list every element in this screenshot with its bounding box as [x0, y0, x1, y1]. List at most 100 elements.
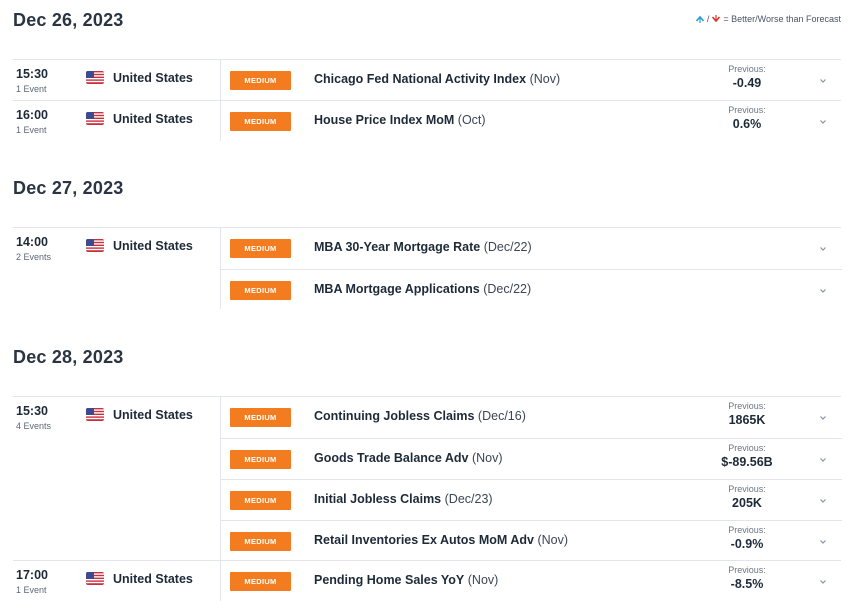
event-period: (Dec/23): [444, 492, 493, 506]
country-name: United States: [113, 112, 193, 126]
impact-badge: MEDIUM: [230, 450, 291, 469]
previous-value-block: Previous: $-89.56B: [712, 443, 782, 469]
event-count: 1 Event: [16, 125, 47, 135]
country-name: United States: [113, 71, 193, 85]
previous-value-block: Previous: 1865K: [712, 401, 782, 427]
event-row[interactable]: MEDIUM Pending Home Sales YoY (Nov) Prev…: [221, 561, 842, 602]
previous-label: Previous:: [728, 64, 766, 74]
calendar-day: Dec 28, 2023 15:30 4 Events United State…: [13, 345, 842, 601]
chevron-down-icon[interactable]: [818, 455, 828, 465]
time-country-cell: 15:30 1 Event United States: [13, 60, 220, 100]
event-time: 15:30: [16, 404, 48, 418]
country-name: United States: [113, 408, 193, 422]
event-row[interactable]: MEDIUM Goods Trade Balance Adv (Nov) Pre…: [221, 438, 842, 479]
event-count: 4 Events: [16, 421, 52, 431]
event-list: MEDIUM Chicago Fed National Activity Ind…: [220, 60, 841, 100]
event-row[interactable]: MEDIUM Retail Inventories Ex Autos MoM A…: [221, 520, 842, 561]
event-time-group: 15:30 4 Events United States MEDIUM Cont…: [13, 396, 842, 561]
event-row[interactable]: MEDIUM MBA Mortgage Applications (Dec/22…: [221, 269, 842, 310]
us-flag-icon: [86, 572, 104, 585]
event-name[interactable]: Goods Trade Balance Adv: [314, 451, 468, 465]
event-name-wrap[interactable]: Pending Home Sales YoY (Nov): [314, 573, 498, 587]
previous-value: 0.6%: [732, 117, 762, 131]
previous-value-block: Previous: -8.5%: [712, 565, 782, 591]
chevron-down-icon[interactable]: [818, 413, 828, 423]
chevron-down-icon[interactable]: [818, 117, 828, 127]
previous-value: 205K: [732, 496, 762, 510]
country-name: United States: [113, 572, 193, 586]
impact-badge: MEDIUM: [230, 239, 291, 258]
event-name-wrap[interactable]: Goods Trade Balance Adv (Nov): [314, 451, 503, 465]
previous-label: Previous:: [728, 525, 766, 535]
time-country-cell: 14:00 2 Events United States: [13, 228, 220, 309]
event-time: 14:00: [16, 235, 48, 249]
chevron-down-icon[interactable]: [818, 244, 828, 254]
calendar-day: Dec 27, 2023 14:00 2 Events United State…: [13, 176, 842, 309]
event-time-group: 17:00 1 Event United States MEDIUM Pendi…: [13, 560, 841, 601]
event-count: 1 Event: [16, 84, 47, 94]
event-row[interactable]: MEDIUM Initial Jobless Claims (Dec/23) P…: [221, 479, 842, 520]
event-time-group: 14:00 2 Events United States MEDIUM MBA …: [13, 227, 842, 310]
event-name[interactable]: Retail Inventories Ex Autos MoM Adv: [314, 533, 534, 547]
chevron-down-icon[interactable]: [818, 577, 828, 587]
previous-label: Previous:: [728, 401, 766, 411]
us-flag-icon: [86, 408, 104, 421]
event-time: 17:00: [16, 568, 48, 582]
event-time: 16:00: [16, 108, 48, 122]
event-list: MEDIUM Pending Home Sales YoY (Nov) Prev…: [220, 561, 841, 601]
time-country-cell: 17:00 1 Event United States: [13, 561, 220, 601]
event-row[interactable]: MEDIUM MBA 30-Year Mortgage Rate (Dec/22…: [221, 228, 842, 269]
event-row[interactable]: MEDIUM Chicago Fed National Activity Ind…: [221, 60, 842, 101]
day-title: Dec 27, 2023: [13, 178, 124, 198]
event-name[interactable]: MBA 30-Year Mortgage Rate: [314, 240, 480, 254]
previous-label: Previous:: [728, 565, 766, 575]
chevron-down-icon[interactable]: [818, 286, 828, 296]
event-name-wrap[interactable]: Retail Inventories Ex Autos MoM Adv (Nov…: [314, 533, 568, 547]
event-row[interactable]: MEDIUM House Price Index MoM (Oct) Previ…: [221, 101, 842, 142]
impact-badge: MEDIUM: [230, 491, 291, 510]
event-period: (Nov): [529, 72, 561, 86]
event-period: (Dec/22): [483, 240, 532, 254]
event-list: MEDIUM Continuing Jobless Claims (Dec/16…: [220, 397, 842, 561]
event-period: (Dec/22): [483, 282, 532, 296]
event-name[interactable]: Initial Jobless Claims: [314, 492, 441, 506]
event-name[interactable]: Chicago Fed National Activity Index: [314, 72, 526, 86]
impact-badge: MEDIUM: [230, 71, 291, 90]
event-name-wrap[interactable]: House Price Index MoM (Oct): [314, 113, 486, 127]
event-name-wrap[interactable]: Chicago Fed National Activity Index (Nov…: [314, 72, 560, 86]
impact-badge: MEDIUM: [230, 112, 291, 131]
us-flag-icon: [86, 239, 104, 252]
previous-label: Previous:: [728, 484, 766, 494]
event-name-wrap[interactable]: MBA 30-Year Mortgage Rate (Dec/22): [314, 240, 532, 254]
event-row[interactable]: MEDIUM Continuing Jobless Claims (Dec/16…: [221, 397, 842, 438]
impact-badge: MEDIUM: [230, 281, 291, 300]
event-count: 1 Event: [16, 585, 47, 595]
chevron-down-icon[interactable]: [818, 76, 828, 86]
previous-label: Previous:: [728, 443, 766, 453]
event-time-group: 16:00 1 Event United States MEDIUM House…: [13, 100, 841, 141]
time-country-cell: 16:00 1 Event United States: [13, 101, 220, 141]
country-name: United States: [113, 239, 193, 253]
previous-value: -0.49: [732, 76, 762, 90]
event-time: 15:30: [16, 67, 48, 81]
previous-value-block: Previous: 205K: [712, 484, 782, 510]
event-count: 2 Events: [16, 252, 52, 262]
impact-badge: MEDIUM: [230, 532, 291, 551]
day-title: Dec 26, 2023: [13, 10, 124, 30]
us-flag-icon: [86, 71, 104, 84]
event-name[interactable]: Pending Home Sales YoY: [314, 573, 464, 587]
event-name[interactable]: Continuing Jobless Claims: [314, 409, 474, 423]
impact-badge: MEDIUM: [230, 408, 291, 427]
calendar-day: Dec 26, 2023 15:30 1 Event United States…: [13, 8, 841, 141]
event-name-wrap[interactable]: Continuing Jobless Claims (Dec/16): [314, 409, 526, 423]
event-name-wrap[interactable]: MBA Mortgage Applications (Dec/22): [314, 282, 531, 296]
previous-value: -0.9%: [730, 537, 764, 551]
event-period: (Nov): [471, 451, 503, 465]
event-period: (Nov): [467, 573, 499, 587]
event-name[interactable]: House Price Index MoM: [314, 113, 454, 127]
chevron-down-icon[interactable]: [818, 537, 828, 547]
previous-value-block: Previous: -0.9%: [712, 525, 782, 551]
event-name-wrap[interactable]: Initial Jobless Claims (Dec/23): [314, 492, 493, 506]
chevron-down-icon[interactable]: [818, 496, 828, 506]
event-name[interactable]: MBA Mortgage Applications: [314, 282, 480, 296]
